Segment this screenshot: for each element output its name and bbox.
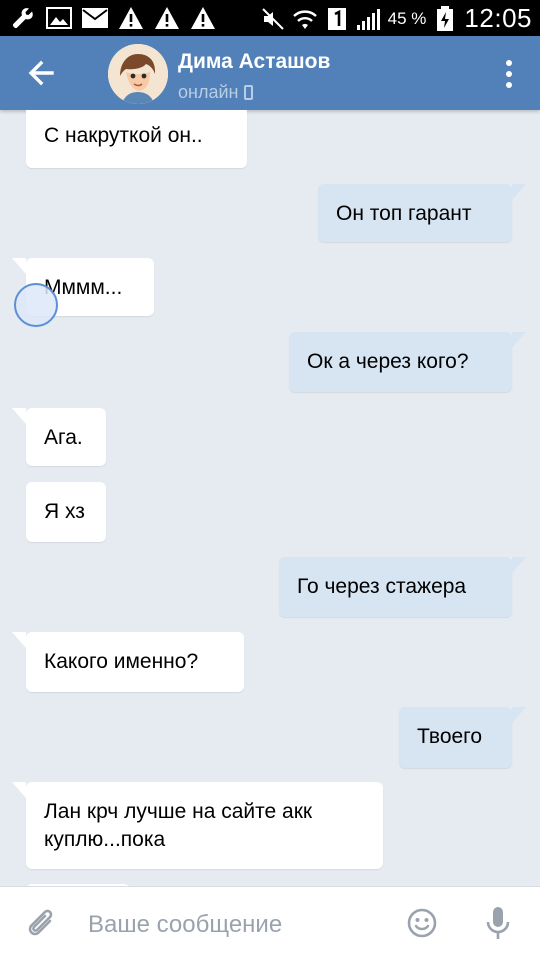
- more-vertical-icon: [506, 60, 512, 88]
- microphone-icon: [486, 907, 510, 939]
- loading-indicator: [14, 283, 58, 327]
- message-text: Го через стажера: [297, 575, 467, 598]
- message-composer: [0, 886, 540, 961]
- back-arrow-icon: [28, 60, 54, 86]
- message-outgoing[interactable]: Ок а через кого?: [289, 332, 526, 392]
- back-button[interactable]: [24, 56, 58, 90]
- signal-icon: [356, 6, 382, 32]
- message-incoming[interactable]: С накруткой он..: [26, 110, 247, 168]
- message-outgoing[interactable]: Го через стажера: [279, 557, 526, 617]
- contact-name[interactable]: Дима Асташов: [178, 50, 330, 74]
- message-text: Какого именно?: [44, 650, 199, 673]
- message-incoming[interactable]: Ага.: [12, 408, 106, 466]
- message-text: Он топ гарант: [336, 202, 472, 225]
- sim-1-icon: [324, 6, 350, 32]
- smiley-icon: [407, 908, 437, 938]
- warning-icon: [118, 5, 144, 31]
- message-incoming[interactable]: Лан крч лучше на сайте акк куплю...пока: [12, 782, 383, 869]
- message-outgoing[interactable]: Твоего: [399, 707, 526, 768]
- message-list[interactable]: С накруткой он.. Он топ гарант Мммм... О…: [0, 110, 540, 886]
- voice-message-button[interactable]: [484, 905, 512, 943]
- mute-icon: [260, 6, 286, 32]
- battery-percent: 45 %: [387, 8, 427, 28]
- message-text: Ага.: [44, 426, 83, 449]
- message-incoming[interactable]: Я хз: [26, 482, 106, 542]
- paperclip-icon: [28, 909, 53, 936]
- clock: 12:05: [464, 3, 532, 33]
- message-text: Лан крч лучше на сайте акк куплю...пока: [44, 800, 313, 851]
- image-icon: [46, 5, 72, 31]
- battery-charging-icon: [432, 5, 458, 32]
- attach-button[interactable]: [26, 907, 58, 941]
- wrench-icon: [10, 5, 36, 31]
- status-bar: 45 % 12:05: [0, 0, 540, 36]
- avatar[interactable]: [108, 44, 168, 104]
- message-outgoing[interactable]: Он топ гарант: [318, 184, 526, 242]
- message-text: Я хз: [44, 500, 85, 523]
- mobile-phone-icon: [244, 85, 254, 100]
- message-input[interactable]: [86, 901, 390, 949]
- message-text: Ок а через кого?: [307, 350, 469, 373]
- message-incoming[interactable]: Какого именно?: [12, 632, 244, 692]
- warning-icon: [190, 5, 216, 31]
- contact-status: онлайн: [178, 82, 254, 103]
- message-text: С накруткой он..: [44, 124, 203, 147]
- chat-header: Дима Асташов онлайн: [0, 36, 540, 110]
- wifi-icon: [292, 6, 318, 32]
- emoji-button[interactable]: [406, 907, 438, 939]
- mail-icon: [82, 5, 108, 31]
- warning-icon: [154, 5, 180, 31]
- more-options-button[interactable]: [504, 58, 514, 90]
- message-text: Твоего: [417, 725, 483, 748]
- status-text: онлайн: [178, 82, 239, 102]
